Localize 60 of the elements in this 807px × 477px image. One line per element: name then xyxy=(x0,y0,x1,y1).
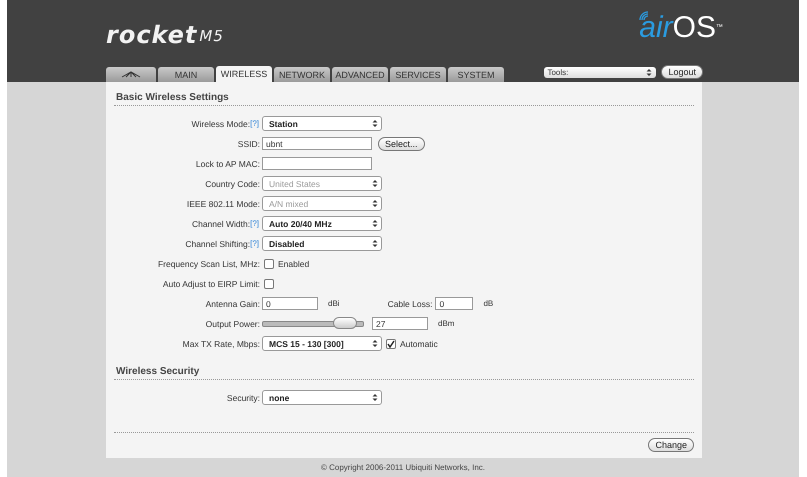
nav-tab[interactable]: ADVANCED xyxy=(332,67,388,82)
select-field[interactable]: Disabled xyxy=(262,236,382,251)
field-label: Max TX Rate, Mbps: xyxy=(182,338,261,348)
select-field[interactable]: Auto 20/40 MHz xyxy=(262,216,382,231)
stepper-icon xyxy=(371,239,379,248)
field-label: IEEE 802.11 Mode: xyxy=(186,198,261,208)
product-logo: rocketM5 xyxy=(106,21,224,49)
select-field[interactable]: MCS 15 - 130 [300] xyxy=(262,336,382,351)
select-field[interactable]: Station xyxy=(262,116,382,131)
checkbox[interactable] xyxy=(264,278,274,288)
text-field[interactable]: 0 xyxy=(435,297,474,310)
field-label: Security: xyxy=(226,392,261,402)
section-title: Basic Wireless Settings xyxy=(114,90,694,106)
checkbox[interactable] xyxy=(264,258,274,268)
nav-tab[interactable]: NETWORK xyxy=(274,67,330,82)
nav-tab[interactable]: MAIN xyxy=(158,67,214,82)
stepper-icon xyxy=(645,68,654,76)
logout-button[interactable]: Logout xyxy=(661,65,703,79)
field-label: Antenna Gain: xyxy=(204,298,261,308)
field-label: Channel Shifting: xyxy=(185,238,250,248)
stepper-icon xyxy=(371,393,379,402)
nav-tab[interactable]: SERVICES xyxy=(390,67,446,82)
nav-tab[interactable]: SYSTEM xyxy=(448,67,504,82)
tools-select[interactable]: Tools: xyxy=(544,66,656,78)
field-label: Country Code: xyxy=(204,178,261,188)
text-field[interactable]: 0 xyxy=(262,297,318,310)
field-label: Auto Adjust to EIRP Limit: xyxy=(162,278,261,288)
select-field[interactable]: none xyxy=(262,390,382,405)
field-label: Cable Loss: xyxy=(388,298,432,308)
stepper-icon xyxy=(371,119,379,128)
dish-icon xyxy=(121,71,141,78)
stepper-icon xyxy=(371,339,379,348)
change-button[interactable]: Change xyxy=(648,438,694,452)
checkbox-label: Enabled xyxy=(278,258,310,268)
stepper-icon xyxy=(371,199,379,208)
select-button[interactable]: Select... xyxy=(378,136,425,150)
field-label: Frequency Scan List, MHz: xyxy=(156,258,261,268)
slider-thumb[interactable] xyxy=(332,316,357,328)
text-field[interactable]: ubnt xyxy=(262,137,372,150)
field-label: Wireless Mode: xyxy=(192,118,250,128)
help-link[interactable]: [?] xyxy=(250,239,259,248)
field-label: Channel Width: xyxy=(192,218,250,228)
nav-tab[interactable]: WIRELESS xyxy=(216,66,272,82)
unit-label: dB xyxy=(483,299,494,308)
checkbox[interactable] xyxy=(386,338,396,348)
copyright-text: © Copyright 2006-2011 Ubiquiti Networks, Inc. xyxy=(320,462,486,474)
text-field[interactable] xyxy=(262,157,372,170)
field-label: SSID: xyxy=(236,138,261,148)
section-title: Wireless Security xyxy=(114,364,694,380)
unit-label: dBi xyxy=(328,299,340,308)
help-link[interactable]: [?] xyxy=(250,219,259,228)
text-field[interactable]: 27 xyxy=(372,317,428,330)
checkbox-label: Automatic xyxy=(400,338,438,348)
stepper-icon xyxy=(371,179,379,188)
help-link[interactable]: [?] xyxy=(250,119,259,128)
stepper-icon xyxy=(371,219,379,228)
field-label: Lock to AP MAC: xyxy=(194,158,261,168)
nav-tab[interactable] xyxy=(106,67,156,82)
field-label: Output Power: xyxy=(204,318,261,328)
unit-label: dBm xyxy=(438,319,454,328)
